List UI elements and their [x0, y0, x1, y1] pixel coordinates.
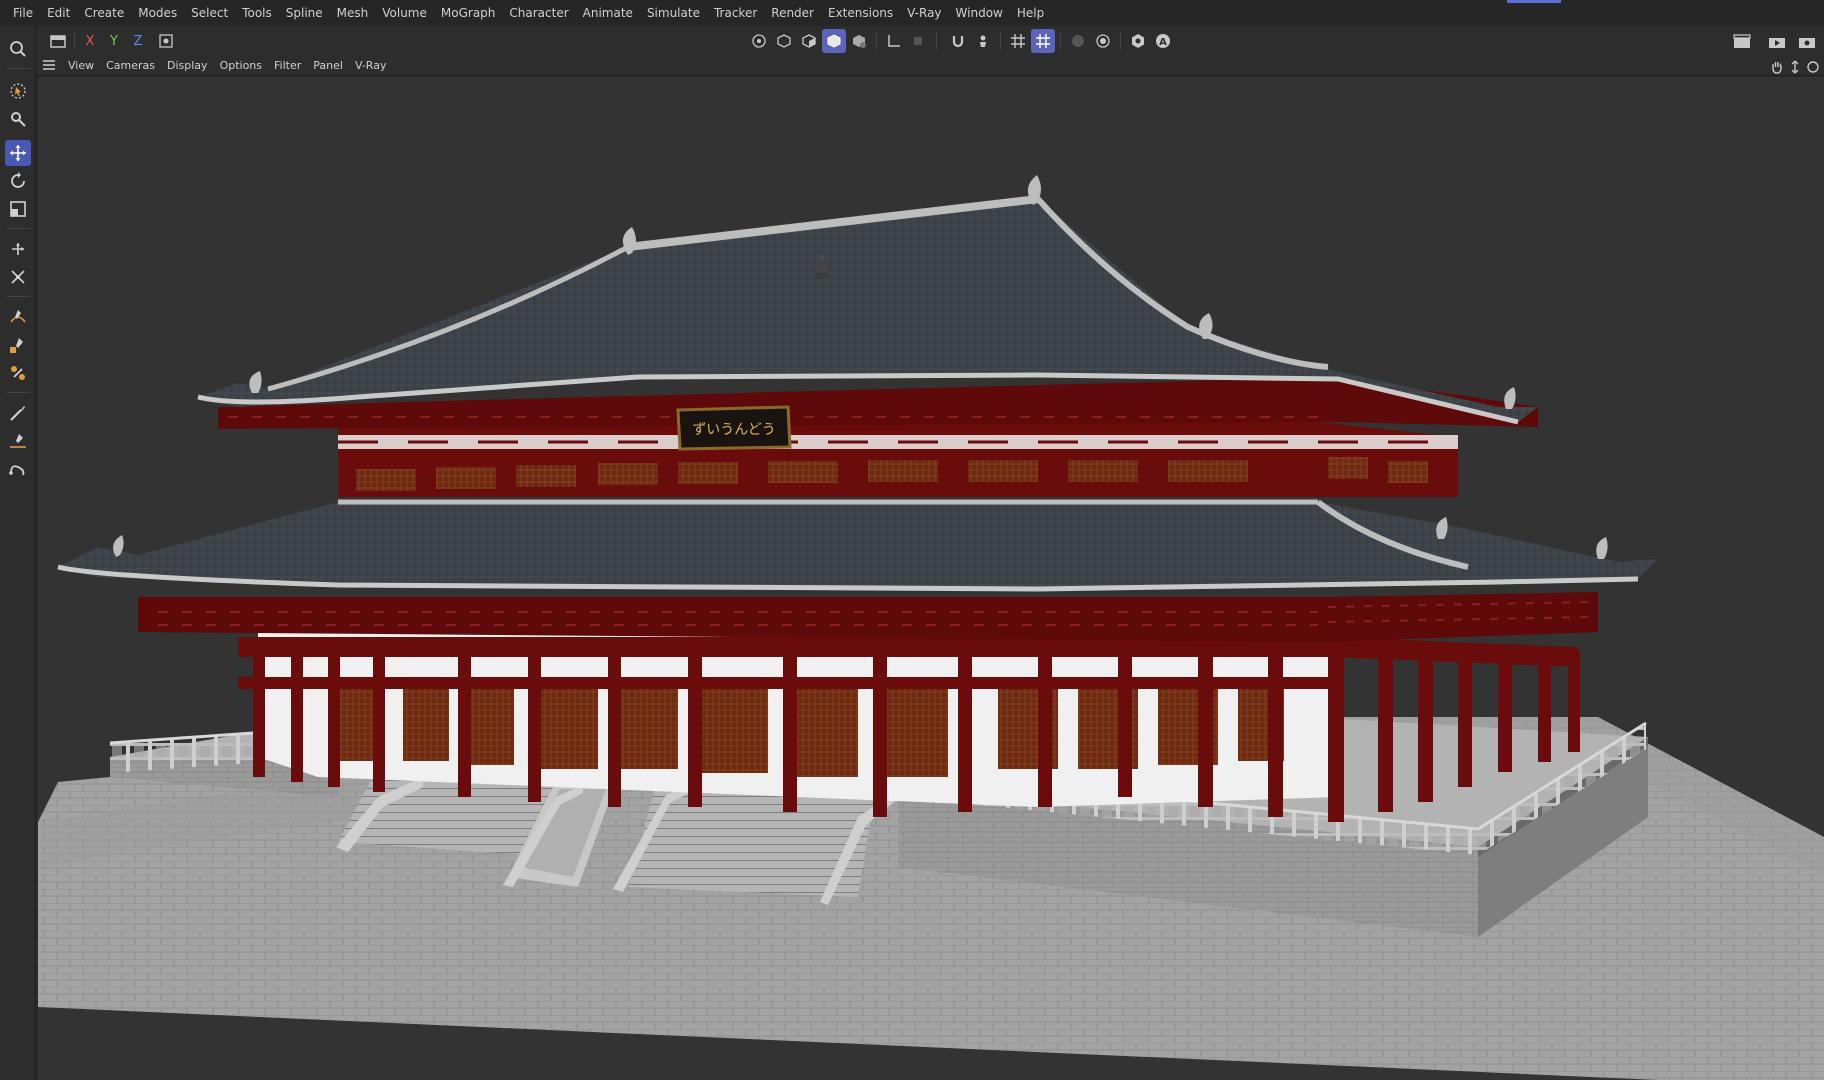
snapping-magnet-icon[interactable]	[946, 29, 970, 53]
layout-indicator	[1507, 0, 1561, 3]
viewport-menu-bar: View Cameras Display Options Filter Pane…	[36, 56, 1824, 76]
spline-arc-icon[interactable]	[5, 456, 31, 482]
menu-tools[interactable]: Tools	[235, 0, 279, 26]
tweak-mode-icon[interactable]	[906, 29, 930, 53]
menu-window[interactable]: Window	[949, 0, 1010, 26]
render-settings-icon[interactable]	[1795, 29, 1819, 53]
viewport-pan-hand-icon[interactable]	[1770, 59, 1784, 78]
menu-spline[interactable]: Spline	[279, 0, 330, 26]
menu-character[interactable]: Character	[502, 0, 575, 26]
viewport-rotate-icon[interactable]	[1806, 59, 1820, 78]
menu-extensions[interactable]: Extensions	[821, 0, 900, 26]
uv-mode-icon[interactable]	[847, 29, 871, 53]
transform-icon[interactable]	[5, 236, 31, 262]
search-icon[interactable]	[5, 36, 31, 62]
viewport-menu-vray[interactable]: V-Ray	[349, 59, 393, 72]
lock-x-axis-toggle[interactable]: X	[80, 29, 100, 53]
spline-paint-icon[interactable]	[5, 332, 31, 358]
workplane-grid-icon[interactable]	[1006, 29, 1030, 53]
temple-model-render: ずいうんどう	[38, 175, 1824, 1080]
spline-sketch-icon[interactable]	[5, 360, 31, 386]
rotate-icon[interactable]	[5, 168, 31, 194]
menu-mesh[interactable]: Mesh	[330, 0, 376, 26]
move-icon[interactable]	[5, 140, 31, 166]
axis-mode-icon[interactable]	[882, 29, 906, 53]
viewport-menu-panel[interactable]: Panel	[307, 59, 349, 72]
menu-help[interactable]: Help	[1010, 0, 1051, 26]
undo-icon[interactable]	[46, 29, 70, 53]
points-mode-icon[interactable]	[797, 29, 821, 53]
plaque-text: ずいうんどう	[692, 422, 776, 438]
coordinate-system-icon[interactable]	[154, 29, 178, 53]
svg-text:A: A	[1159, 37, 1167, 48]
menu-create[interactable]: Create	[77, 0, 131, 26]
render-to-picture-viewer-icon[interactable]	[1765, 29, 1789, 53]
menu-tracker[interactable]: Tracker	[707, 0, 764, 26]
menu-file[interactable]: File	[6, 0, 40, 26]
live-selection-icon[interactable]	[5, 78, 31, 104]
3d-viewport[interactable]: ずいうんどう	[38, 77, 1824, 1080]
menu-volume[interactable]: Volume	[375, 0, 434, 26]
scatter-transform-icon[interactable]	[5, 264, 31, 290]
main-toolbar: X Y Z A	[0, 26, 1824, 56]
cinema4d-window: File Edit Create Modes Select Tools Spli…	[0, 0, 1824, 1080]
locked-workplane-icon[interactable]	[1031, 29, 1055, 53]
viewport-menu-cameras[interactable]: Cameras	[100, 59, 161, 72]
menu-simulate[interactable]: Simulate	[640, 0, 707, 26]
knife-icon[interactable]	[5, 428, 31, 454]
auto-key-icon[interactable]: A	[1151, 29, 1175, 53]
spline-pen-icon[interactable]	[5, 304, 31, 330]
move-tool-gear-icon[interactable]	[5, 106, 31, 132]
render-view-icon[interactable]	[1730, 29, 1754, 53]
menu-modes[interactable]: Modes	[131, 0, 184, 26]
menu-vray[interactable]: V-Ray	[900, 0, 948, 26]
brush-icon[interactable]	[5, 400, 31, 426]
model-mode-icon[interactable]	[747, 29, 771, 53]
hall-name-plaque: ずいうんどう	[676, 405, 792, 451]
menu-select[interactable]: Select	[184, 0, 235, 26]
snap-settings-icon[interactable]	[971, 29, 995, 53]
lock-y-axis-toggle[interactable]: Y	[104, 29, 124, 53]
menu-bar: File Edit Create Modes Select Tools Spli…	[0, 0, 1824, 26]
solo-off-icon[interactable]	[1066, 29, 1090, 53]
menu-animate[interactable]: Animate	[576, 0, 640, 26]
object-mode-icon[interactable]	[772, 29, 796, 53]
menu-mograph[interactable]: MoGraph	[434, 0, 503, 26]
lock-z-axis-toggle[interactable]: Z	[128, 29, 148, 53]
menu-edit[interactable]: Edit	[40, 0, 77, 26]
viewport-menu-filter[interactable]: Filter	[268, 59, 307, 72]
scale-icon[interactable]	[5, 196, 31, 222]
menu-render[interactable]: Render	[764, 0, 821, 26]
viewport-move-icon[interactable]	[1788, 59, 1802, 78]
solo-mode-icon[interactable]	[1091, 29, 1115, 53]
viewport-menu-options[interactable]: Options	[214, 59, 268, 72]
polygons-mode-icon[interactable]	[822, 29, 846, 53]
viewport-menu-view[interactable]: View	[62, 59, 100, 72]
viewport-hamburger-icon[interactable]	[42, 56, 58, 75]
viewport-solo-icon[interactable]	[1126, 29, 1150, 53]
tool-palette	[0, 26, 36, 1080]
viewport-menu-display[interactable]: Display	[161, 59, 214, 72]
